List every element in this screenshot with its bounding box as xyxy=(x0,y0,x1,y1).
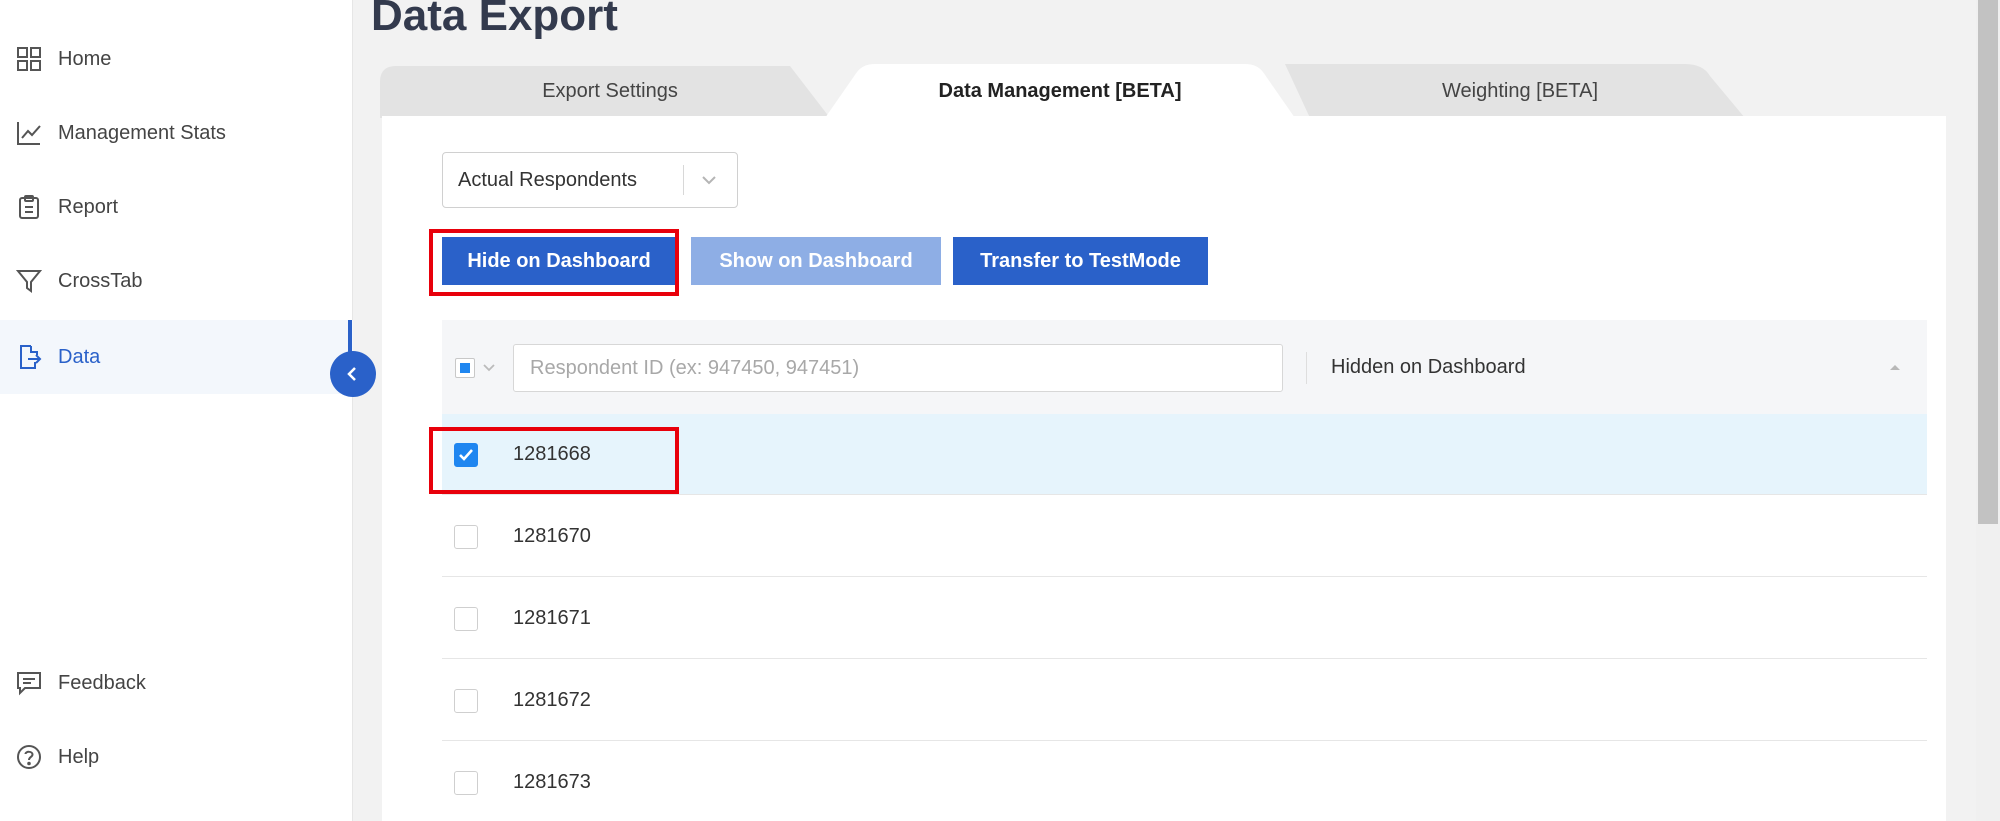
respondent-id: 1281671 xyxy=(513,607,591,629)
row-checkbox[interactable] xyxy=(454,525,478,549)
tab-export-settings[interactable]: Export Settings xyxy=(380,64,840,118)
sidebar-item-feedback[interactable]: Feedback xyxy=(0,646,353,720)
hidden-on-dashboard-column-header[interactable]: Hidden on Dashboard xyxy=(1331,356,1526,379)
table-row[interactable]: 1281672 xyxy=(442,660,1927,741)
respondent-id: 1281670 xyxy=(513,525,591,547)
table-filter-row: Hidden on Dashboard xyxy=(442,320,1927,414)
table-row[interactable]: 1281671 xyxy=(442,578,1927,659)
select-divider xyxy=(683,165,684,195)
select-all-checkbox[interactable] xyxy=(455,358,475,378)
grid-icon xyxy=(16,46,42,72)
respondent-id: 1281668 xyxy=(513,443,591,465)
feedback-icon xyxy=(16,670,42,696)
show-on-dashboard-button[interactable]: Show on Dashboard xyxy=(691,237,941,285)
filter-icon xyxy=(16,268,42,294)
tab-weighting[interactable]: Weighting [BETA] xyxy=(1285,64,1755,118)
sidebar-item-label: Management Stats xyxy=(58,121,226,144)
chevron-down-icon xyxy=(702,176,716,185)
tab-bar: Export Settings Weighting [BETA] Data Ma… xyxy=(380,64,1745,118)
table-row[interactable]: 1281668 xyxy=(442,414,1927,495)
clipboard-icon xyxy=(16,194,42,220)
transfer-to-testmode-button[interactable]: Transfer to TestMode xyxy=(953,237,1208,285)
sort-up-icon[interactable] xyxy=(1888,362,1902,372)
sidebar: Home Management Stats Report CrossTab Da… xyxy=(0,0,353,821)
sidebar-item-home[interactable]: Home xyxy=(0,22,353,96)
sidebar-item-label: Report xyxy=(58,195,119,218)
scrollbar-thumb[interactable] xyxy=(1978,0,1998,524)
row-checkbox[interactable] xyxy=(454,689,478,713)
respondent-type-select[interactable]: Actual Respondents xyxy=(442,152,738,208)
line-chart-icon xyxy=(16,120,42,146)
sidebar-item-management-stats[interactable]: Management Stats xyxy=(0,96,353,170)
respondent-id: 1281672 xyxy=(513,689,591,711)
sidebar-item-label: CrossTab xyxy=(58,269,143,292)
collapse-sidebar-button[interactable] xyxy=(330,351,376,397)
sidebar-item-data[interactable]: Data xyxy=(0,320,353,394)
hide-on-dashboard-button[interactable]: Hide on Dashboard xyxy=(442,237,676,285)
scrollbar[interactable] xyxy=(1976,0,2000,821)
table-row[interactable]: 1281670 xyxy=(442,496,1927,577)
select-value: Actual Respondents xyxy=(458,168,638,191)
help-circle-icon xyxy=(16,744,42,770)
column-divider xyxy=(1306,352,1307,384)
row-checkbox[interactable] xyxy=(454,607,478,631)
sidebar-item-label: Home xyxy=(58,47,112,70)
respondent-id-search-input[interactable] xyxy=(513,344,1283,392)
checkmark-icon xyxy=(459,449,473,461)
chevron-down-icon[interactable] xyxy=(482,362,496,374)
table-row[interactable]: 1281673 xyxy=(442,742,1927,821)
sidebar-item-crosstab[interactable]: CrossTab xyxy=(0,244,353,318)
sidebar-item-help[interactable]: Help xyxy=(0,720,353,794)
page-title: Data Export xyxy=(371,0,618,40)
row-checkbox[interactable] xyxy=(454,771,478,795)
tab-data-management[interactable]: Data Management [BETA] xyxy=(825,64,1295,118)
respondent-id: 1281673 xyxy=(513,771,591,793)
sidebar-item-label: Feedback xyxy=(58,671,146,694)
row-checkbox[interactable] xyxy=(454,443,478,467)
file-export-icon xyxy=(16,344,42,370)
sidebar-item-report[interactable]: Report xyxy=(0,170,353,244)
sidebar-item-label: Help xyxy=(58,745,100,768)
chevron-left-icon xyxy=(347,367,356,381)
sidebar-item-label: Data xyxy=(58,345,101,368)
